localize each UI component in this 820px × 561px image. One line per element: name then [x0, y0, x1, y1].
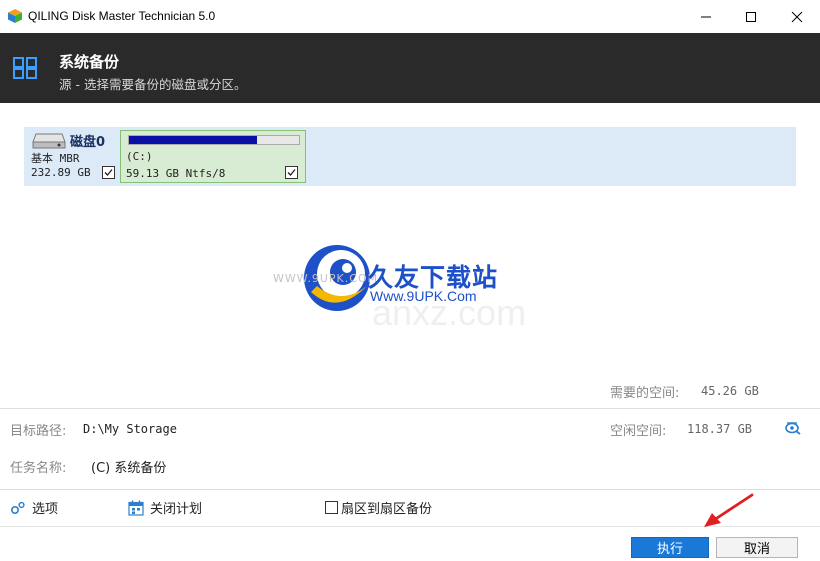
page-title: 系统备份 — [59, 53, 120, 71]
checkmark-icon — [104, 169, 113, 176]
window-title: QILING Disk Master Technician 5.0 — [28, 9, 216, 23]
close-button[interactable] — [774, 0, 820, 33]
sector-backup-label: 扇区到扇区备份 — [341, 502, 433, 517]
partition-checkbox[interactable] — [285, 166, 298, 179]
gear-icon — [10, 501, 25, 514]
sector-backup-option[interactable]: 扇区到扇区备份 — [325, 498, 432, 517]
browse-folder-icon[interactable] — [784, 419, 802, 435]
minimize-icon — [701, 16, 711, 17]
calendar-icon — [128, 500, 144, 516]
required-space-value: 45.26 GB — [701, 384, 759, 398]
divider — [0, 408, 820, 409]
hard-disk-icon — [32, 133, 66, 149]
target-path-label: 目标路径: — [10, 424, 67, 439]
free-space-label: 空闲空间: — [610, 424, 667, 439]
partition-info: 59.13 GB Ntfs/8 — [126, 167, 226, 180]
task-name-value[interactable]: (C) 系统备份 — [91, 457, 166, 476]
options-button[interactable]: 选项 — [10, 498, 58, 517]
task-name-label: 任务名称: — [10, 461, 67, 476]
dashboard-icon — [13, 57, 37, 79]
close-icon — [791, 11, 803, 22]
maximize-button[interactable] — [728, 0, 774, 33]
watermark-url: Www.9UPK.Com — [370, 288, 477, 304]
disk-name: 磁盘0 — [70, 135, 106, 150]
minimize-button[interactable] — [683, 0, 729, 33]
annotation-arrow-icon — [704, 493, 754, 527]
checkmark-icon — [287, 169, 296, 176]
schedule-button[interactable]: 关闭计划 — [128, 498, 202, 517]
app-logo-icon — [8, 9, 22, 23]
maximize-icon — [746, 11, 756, 22]
partition-usage-fill — [129, 136, 257, 144]
disk-checkbox[interactable] — [102, 166, 115, 179]
options-label: 选项 — [32, 502, 59, 517]
cancel-button[interactable]: 取消 — [716, 537, 798, 558]
disk-size: 232.89 GB — [31, 166, 91, 179]
watermark-www: WWW.9UPK.COM — [273, 272, 379, 285]
target-path-value[interactable]: D:\My Storage — [83, 422, 177, 436]
page-subtitle: 源 - 选择需要备份的磁盘或分区。 — [59, 77, 247, 92]
required-space-label: 需要的空间: — [610, 386, 680, 401]
sector-backup-checkbox[interactable] — [325, 501, 338, 514]
free-space-value: 118.37 GB — [687, 422, 753, 436]
divider — [0, 526, 820, 527]
partition-label: (C:) — [126, 150, 153, 163]
divider — [0, 489, 820, 490]
run-button[interactable]: 执行 — [631, 537, 709, 558]
disk-type: 基本 MBR — [31, 152, 80, 165]
schedule-label: 关闭计划 — [150, 502, 203, 517]
